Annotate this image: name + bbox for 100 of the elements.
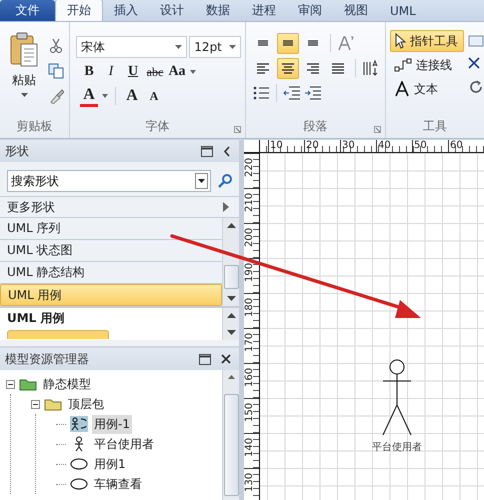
caret-down-icon bbox=[190, 70, 196, 74]
shrink-font-button[interactable]: A bbox=[145, 86, 163, 106]
valign-bottom-icon bbox=[308, 40, 318, 46]
ribbon-tab[interactable]: 数据 bbox=[195, 0, 241, 21]
more-shapes-menu[interactable]: 更多形状 bbox=[0, 196, 239, 218]
ribbon-tab[interactable]: 视图 bbox=[333, 0, 379, 21]
tree-item[interactable]: 顶层包 bbox=[66, 394, 106, 414]
align-center-button[interactable] bbox=[277, 58, 299, 78]
ribbon-tab[interactable]: 审阅 bbox=[287, 0, 333, 21]
ruler-label: 50 bbox=[413, 140, 427, 152]
group-label: 工具 bbox=[423, 118, 447, 135]
text-style-button[interactable]: abc bbox=[146, 62, 164, 82]
brush-icon[interactable] bbox=[48, 88, 64, 104]
caret-down-icon bbox=[102, 94, 108, 98]
diagram-icon bbox=[70, 416, 88, 432]
valign-middle-button[interactable] bbox=[277, 32, 299, 54]
ruler-label: 150 bbox=[244, 402, 255, 422]
text-style-button[interactable]: Aa bbox=[168, 62, 186, 82]
tree-item[interactable]: 静态模型 bbox=[41, 374, 93, 394]
close-icon[interactable] bbox=[468, 57, 480, 69]
tree-item[interactable]: 用例1 bbox=[92, 454, 128, 474]
letter-style-icon[interactable] bbox=[337, 35, 355, 51]
ruler-label: 200 bbox=[244, 227, 255, 247]
copy-icon[interactable] bbox=[48, 63, 64, 79]
scrollbar[interactable] bbox=[222, 308, 239, 340]
connector-icon bbox=[394, 58, 412, 72]
chevron-right-icon bbox=[223, 202, 229, 212]
increase-indent-icon[interactable] bbox=[304, 85, 322, 101]
decrease-indent-icon[interactable] bbox=[283, 85, 301, 101]
text-style-button[interactable]: I bbox=[102, 62, 120, 82]
font-size-dropdown[interactable]: 12pt bbox=[189, 36, 241, 58]
ruler-label: 20 bbox=[305, 140, 319, 152]
scroll-up-icon[interactable] bbox=[226, 223, 236, 228]
collapse-toggle-icon[interactable] bbox=[6, 380, 15, 388]
font-name-dropdown[interactable]: 宋体 bbox=[76, 36, 188, 58]
text-tool-button[interactable]: 文本 bbox=[390, 78, 464, 100]
caret-down-icon bbox=[175, 45, 182, 49]
align-right-icon bbox=[307, 62, 319, 74]
stencil-item[interactable]: UML 用例 bbox=[0, 284, 222, 306]
ruler-label: 170 bbox=[244, 332, 255, 352]
panel-title: 形状 bbox=[5, 142, 30, 160]
scroll-thumb[interactable] bbox=[224, 265, 238, 289]
restore-icon[interactable] bbox=[201, 146, 213, 156]
scroll-down-icon[interactable] bbox=[226, 296, 236, 301]
search-icon[interactable] bbox=[217, 173, 233, 189]
ribbon-tab[interactable]: 进程 bbox=[241, 0, 287, 21]
group-label: 段落 bbox=[304, 118, 328, 135]
collapse-left-icon[interactable] bbox=[223, 146, 231, 156]
caret-down-icon bbox=[20, 93, 28, 97]
tree-item[interactable]: 平台使用者 bbox=[92, 434, 156, 454]
text-style-button[interactable]: B bbox=[80, 62, 98, 82]
ribbon-tab[interactable]: 文件 bbox=[0, 0, 55, 21]
scroll-up-icon[interactable] bbox=[226, 313, 236, 318]
ellipse-icon bbox=[70, 458, 88, 470]
close-icon[interactable] bbox=[221, 354, 231, 364]
ruler-label: 210 bbox=[244, 192, 255, 212]
ribbon-tab[interactable]: UML bbox=[379, 0, 427, 21]
collapse-toggle-icon[interactable] bbox=[31, 400, 40, 408]
text-tool-icon bbox=[394, 81, 410, 97]
ribbon-tab[interactable]: 开始 bbox=[55, 0, 103, 21]
scroll-down-icon[interactable] bbox=[226, 330, 236, 335]
scrollbar[interactable] bbox=[222, 370, 239, 500]
valign-top-icon bbox=[258, 40, 268, 46]
ribbon-tab[interactable]: 插入 bbox=[103, 0, 149, 21]
connector-tool-button[interactable]: 连接线 bbox=[390, 54, 464, 76]
scissors-icon[interactable] bbox=[48, 38, 64, 54]
tree-item[interactable]: 车辆查看 bbox=[92, 474, 144, 494]
ruler-label: 130 bbox=[244, 472, 255, 492]
ruler-label: 190 bbox=[244, 262, 255, 282]
scroll-up-icon[interactable] bbox=[228, 375, 234, 379]
tree-item[interactable]: 用例-1 bbox=[92, 414, 132, 434]
rectangle-icon[interactable] bbox=[468, 35, 484, 47]
ruler-label: 180 bbox=[244, 297, 255, 317]
font-color-button[interactable]: A bbox=[80, 85, 98, 107]
bullet-list-icon[interactable] bbox=[252, 85, 270, 101]
scroll-thumb[interactable] bbox=[224, 394, 238, 496]
valign-middle-icon bbox=[283, 40, 293, 46]
dialog-launcher-icon[interactable] bbox=[374, 126, 381, 133]
ruler-label: 10 bbox=[269, 140, 283, 152]
ellipse-icon bbox=[70, 478, 88, 490]
dialog-launcher-icon[interactable] bbox=[234, 126, 241, 133]
restore-icon[interactable] bbox=[199, 354, 211, 364]
group-label: 字体 bbox=[146, 118, 170, 135]
text-direction-icon[interactable] bbox=[362, 60, 380, 76]
paste-button[interactable]: 粘贴 bbox=[6, 32, 42, 108]
clipboard-icon bbox=[9, 32, 39, 68]
folder-icon bbox=[44, 397, 62, 411]
ruler-label: 30 bbox=[341, 140, 355, 152]
caret-down-icon bbox=[229, 45, 236, 49]
shape-label: 平台使用者 bbox=[372, 440, 422, 454]
pointer-tool-button[interactable]: 指针工具 bbox=[390, 30, 464, 52]
ruler-label: 140 bbox=[244, 437, 255, 457]
grow-font-button[interactable]: A bbox=[123, 86, 141, 106]
rotate-icon[interactable] bbox=[468, 79, 484, 95]
justify-icon bbox=[332, 62, 344, 74]
scrollbar[interactable] bbox=[222, 218, 239, 306]
stencil-title: UML 用例 bbox=[7, 310, 66, 327]
pointer-icon bbox=[394, 33, 406, 49]
ribbon-tab[interactable]: 设计 bbox=[149, 0, 195, 21]
text-style-button[interactable]: U bbox=[124, 62, 142, 82]
